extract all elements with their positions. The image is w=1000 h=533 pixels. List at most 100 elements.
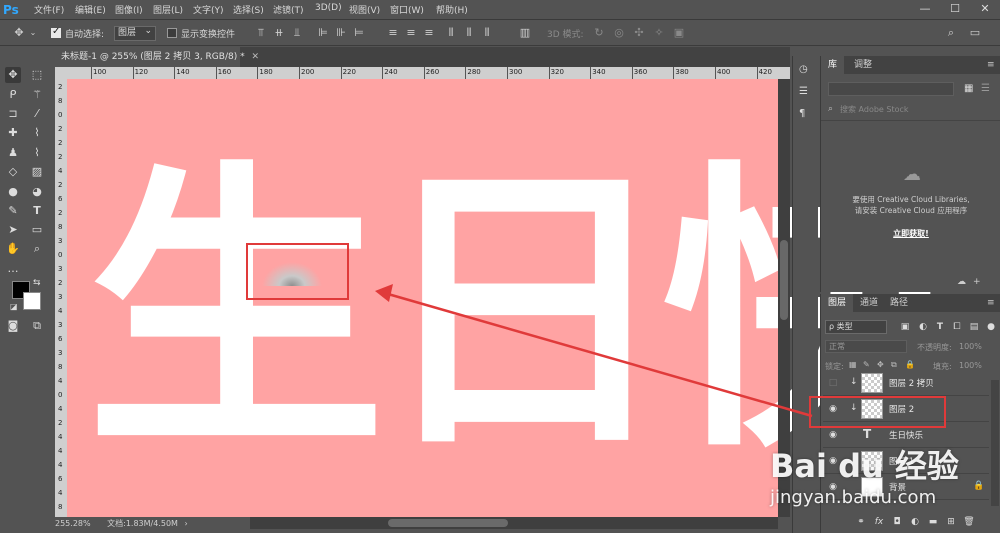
layer-name[interactable]: 图层 2 拷贝 — [889, 377, 934, 389]
grid-view-icon[interactable]: ▦ — [964, 83, 973, 94]
menu-window[interactable]: 窗口(W) — [390, 3, 424, 16]
lock-position-icon[interactable]: ✥ — [877, 360, 884, 369]
zoom-tool-icon[interactable]: ⌕ — [29, 241, 45, 257]
panel-menu-icon[interactable]: ≡ — [987, 60, 995, 70]
panel-menu-icon[interactable]: ≡ — [987, 298, 995, 308]
eye-icon[interactable]: ◉ — [827, 429, 839, 441]
auto-select-checkbox[interactable] — [51, 26, 61, 38]
properties-panel-icon[interactable]: ☰ — [799, 86, 808, 97]
auto-align-icon[interactable]: ▥ — [518, 26, 532, 40]
add-mask-icon[interactable]: ◘ — [891, 516, 903, 528]
marquee-tool-icon[interactable]: ⬚ — [29, 67, 45, 83]
default-colors-icon[interactable]: ◪ — [10, 302, 18, 311]
pen-tool-icon[interactable]: ✎ — [5, 203, 21, 219]
menu-3d[interactable]: 3D(D) — [315, 3, 342, 13]
tab-layers[interactable]: 图层 — [821, 294, 854, 312]
stock-search-input[interactable]: 搜索 Adobe Stock — [828, 103, 993, 117]
filter-toggle-icon[interactable]: ● — [985, 321, 997, 333]
library-dropdown[interactable] — [828, 82, 954, 96]
menu-type[interactable]: 文字(Y) — [193, 3, 224, 16]
align-hcenter-icon[interactable]: ⊪ — [334, 26, 348, 40]
horizontal-scroll-thumb[interactable] — [388, 519, 508, 527]
layer-style-icon[interactable]: fx — [873, 516, 885, 528]
lock-pixels-icon[interactable]: ✎ — [863, 360, 870, 369]
type-tool-icon[interactable]: T — [29, 203, 45, 219]
magic-wand-tool-icon[interactable]: ⚚ — [29, 87, 45, 103]
tab-adjustments[interactable]: 调整 — [847, 56, 879, 74]
gradient-tool-icon[interactable]: ▨ — [29, 164, 45, 180]
menu-select[interactable]: 选择(S) — [233, 3, 264, 16]
blend-mode-dropdown[interactable]: 正常 — [825, 340, 907, 353]
3d-slide-icon[interactable]: ✧ — [652, 26, 666, 40]
paragraph-panel-icon[interactable]: ¶ — [799, 108, 805, 119]
link-layers-icon[interactable]: ⚭ — [855, 516, 867, 528]
swap-colors-icon[interactable]: ⇆ — [33, 278, 41, 288]
menu-layer[interactable]: 图层(L) — [153, 3, 183, 16]
crop-tool-icon[interactable]: ⊐ — [5, 106, 21, 122]
new-layer-icon[interactable]: ⊞ — [945, 516, 957, 528]
visibility-off-icon[interactable]: □ — [827, 377, 839, 389]
workspace-icon[interactable]: ▭ — [968, 26, 982, 40]
healing-brush-tool-icon[interactable]: ✚ — [5, 125, 21, 141]
horizontal-scrollbar[interactable] — [250, 517, 778, 529]
filter-smart-object-icon[interactable]: ▤ — [968, 321, 980, 333]
background-color-swatch[interactable] — [23, 292, 41, 310]
close-button[interactable]: ✕ — [970, 0, 1000, 18]
status-menu-arrow-icon[interactable]: › — [185, 519, 188, 528]
layer-name[interactable]: 生日快乐 — [889, 429, 923, 441]
tab-channels[interactable]: 通道 — [853, 294, 885, 312]
blur-tool-icon[interactable]: ● — [5, 184, 21, 200]
minimize-button[interactable]: — — [910, 0, 940, 18]
move-tool-icon[interactable]: ✥ — [5, 67, 21, 83]
delete-layer-icon[interactable]: 🗑 — [963, 516, 975, 528]
clone-stamp-tool-icon[interactable]: ♟ — [5, 145, 21, 161]
align-bottom-icon[interactable]: ⫫ — [290, 26, 304, 40]
distribute-hcenter-icon[interactable]: ⫴ — [462, 26, 476, 40]
menu-view[interactable]: 视图(V) — [349, 3, 380, 16]
show-transform-checkbox[interactable] — [167, 28, 177, 38]
distribute-left-icon[interactable]: ⫴ — [444, 26, 458, 40]
brush-tool-icon[interactable]: ⌇ — [29, 125, 45, 141]
fill-value[interactable]: 100% — [959, 361, 982, 370]
adjustment-layer-icon[interactable]: ◐ — [909, 516, 921, 528]
layers-scrollbar[interactable] — [991, 380, 999, 506]
align-right-icon[interactable]: ⊨ — [352, 26, 366, 40]
3d-scale-icon[interactable]: ▣ — [672, 26, 686, 40]
menu-filter[interactable]: 滤镜(T) — [273, 3, 304, 16]
menu-help[interactable]: 帮助(H) — [436, 3, 468, 16]
filter-adjustment-icon[interactable]: ◐ — [917, 321, 929, 333]
menu-file[interactable]: 文件(F) — [34, 3, 64, 16]
align-vcenter-icon[interactable]: ⧺ — [272, 26, 286, 40]
lock-all-icon[interactable]: 🔒 — [905, 360, 915, 369]
screen-mode-icon[interactable]: ⧉ — [29, 318, 45, 334]
list-view-icon[interactable]: ☰ — [981, 83, 990, 94]
history-brush-tool-icon[interactable]: ⌇ — [29, 145, 45, 161]
maximize-button[interactable]: ☐ — [940, 0, 970, 18]
align-top-icon[interactable]: ⫪ — [254, 26, 268, 40]
filter-pixel-icon[interactable]: ▣ — [899, 321, 911, 333]
menu-edit[interactable]: 编辑(E) — [75, 3, 106, 16]
distribute-vcenter-icon[interactable]: ≡ — [404, 26, 418, 40]
dodge-tool-icon[interactable]: ◕ — [29, 184, 45, 200]
search-icon[interactable]: ⌕ — [944, 26, 958, 40]
eraser-tool-icon[interactable]: ◇ — [5, 164, 21, 180]
close-tab-icon[interactable]: ✕ — [251, 52, 259, 62]
rectangle-tool-icon[interactable]: ▭ — [29, 222, 45, 238]
auto-select-target-dropdown[interactable]: 图层 — [114, 25, 156, 41]
align-left-icon[interactable]: ⊫ — [316, 26, 330, 40]
lasso-tool-icon[interactable]: ᑭ — [5, 87, 21, 103]
layer-row[interactable]: □ ↓ 图层 2 拷贝 — [823, 370, 989, 396]
history-panel-icon[interactable]: ◷ — [799, 64, 808, 75]
menu-image[interactable]: 图像(I) — [115, 3, 143, 16]
document-tab[interactable]: 未标题-1 @ 255% (图层 2 拷贝 3, RGB/8) * ✕ — [55, 47, 259, 67]
3d-rotate-icon[interactable]: ↻ — [592, 26, 606, 40]
distribute-bottom-icon[interactable]: ≡ — [422, 26, 436, 40]
path-selection-tool-icon[interactable]: ➤ — [5, 222, 21, 238]
lock-artboard-icon[interactable]: ⧉ — [891, 360, 897, 370]
add-content-icon[interactable]: + — [973, 277, 981, 287]
hand-tool-icon[interactable]: ✋ — [5, 241, 21, 257]
filter-type-icon[interactable]: T — [934, 321, 946, 333]
move-tool-icon[interactable]: ✥ — [12, 26, 26, 40]
get-cc-link[interactable]: 立即获取! — [821, 228, 1000, 239]
distribute-top-icon[interactable]: ≡ — [386, 26, 400, 40]
